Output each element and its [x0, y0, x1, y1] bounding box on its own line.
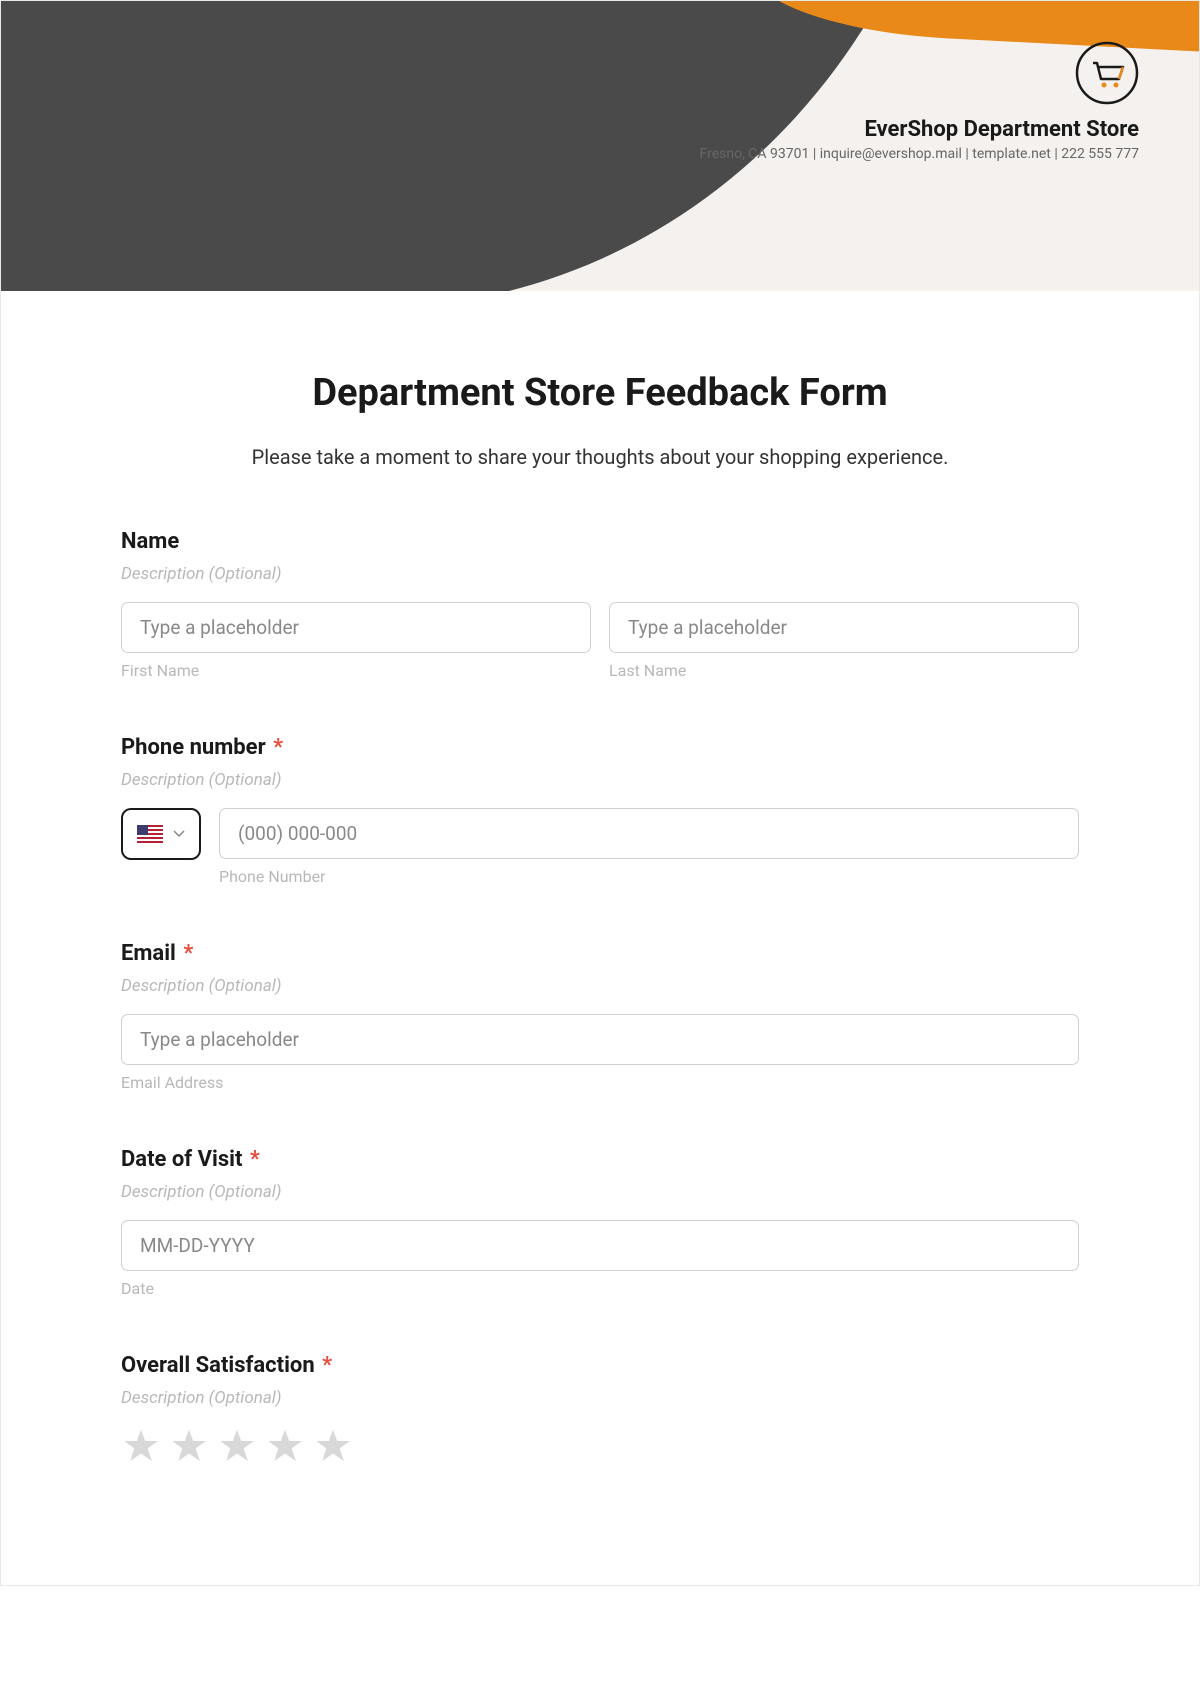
date-description: Description (Optional) — [121, 1182, 1079, 1202]
email-sublabel: Email Address — [121, 1073, 1079, 1092]
company-name: EverShop Department Store — [700, 117, 1139, 142]
header-banner: EverShop Department Store Fresno, CA 937… — [1, 1, 1199, 291]
phone-input[interactable] — [219, 808, 1079, 859]
name-label-text: Name — [121, 529, 179, 554]
email-input[interactable] — [121, 1014, 1079, 1065]
star-1[interactable] — [121, 1426, 161, 1470]
date-label: Date of Visit * — [121, 1147, 1079, 1172]
satisfaction-label: Overall Satisfaction * — [121, 1353, 1079, 1378]
us-flag-icon — [137, 825, 163, 843]
phone-input-col: Phone Number — [219, 808, 1079, 886]
company-info: EverShop Department Store Fresno, CA 937… — [700, 41, 1139, 162]
company-details: Fresno, CA 93701 | inquire@evershop.mail… — [700, 146, 1139, 162]
phone-sublabel: Phone Number — [219, 867, 1079, 886]
form-title: Department Store Feedback Form — [121, 371, 1079, 415]
email-required-star: * — [183, 941, 193, 966]
name-label: Name — [121, 529, 1079, 554]
name-description: Description (Optional) — [121, 564, 1079, 584]
section-satisfaction: Overall Satisfaction * Description (Opti… — [121, 1353, 1079, 1470]
phone-input-row: Phone Number — [121, 808, 1079, 886]
date-required-star: * — [250, 1147, 260, 1172]
last-name-input[interactable] — [609, 602, 1079, 653]
form-body: Department Store Feedback Form Please ta… — [1, 291, 1199, 1585]
star-rating — [121, 1426, 1079, 1470]
first-name-sublabel: First Name — [121, 661, 591, 680]
date-input[interactable] — [121, 1220, 1079, 1271]
star-2[interactable] — [169, 1426, 209, 1470]
page-container: EverShop Department Store Fresno, CA 937… — [0, 0, 1200, 1586]
country-code-select[interactable] — [121, 808, 201, 860]
phone-label: Phone number * — [121, 735, 1079, 760]
phone-required-star: * — [273, 735, 283, 760]
shopping-cart-icon — [1075, 41, 1139, 109]
phone-description: Description (Optional) — [121, 770, 1079, 790]
last-name-col: Last Name — [609, 602, 1079, 680]
star-3[interactable] — [217, 1426, 257, 1470]
phone-label-text: Phone number — [121, 735, 266, 760]
satisfaction-required-star: * — [322, 1353, 332, 1378]
star-4[interactable] — [265, 1426, 305, 1470]
section-phone: Phone number * Description (Optional) — [121, 735, 1079, 886]
section-date: Date of Visit * Description (Optional) D… — [121, 1147, 1079, 1298]
email-label-text: Email — [121, 941, 176, 966]
section-name: Name Description (Optional) First Name L… — [121, 529, 1079, 680]
date-sublabel: Date — [121, 1279, 1079, 1298]
first-name-input[interactable] — [121, 602, 591, 653]
name-input-row: First Name Last Name — [121, 602, 1079, 680]
satisfaction-label-text: Overall Satisfaction — [121, 1353, 315, 1378]
star-5[interactable] — [313, 1426, 353, 1470]
satisfaction-description: Description (Optional) — [121, 1388, 1079, 1408]
chevron-down-icon — [173, 826, 185, 842]
first-name-col: First Name — [121, 602, 591, 680]
form-subtitle: Please take a moment to share your thoug… — [121, 445, 1079, 469]
last-name-sublabel: Last Name — [609, 661, 1079, 680]
email-description: Description (Optional) — [121, 976, 1079, 996]
email-label: Email * — [121, 941, 1079, 966]
date-label-text: Date of Visit — [121, 1147, 242, 1172]
section-email: Email * Description (Optional) Email Add… — [121, 941, 1079, 1092]
